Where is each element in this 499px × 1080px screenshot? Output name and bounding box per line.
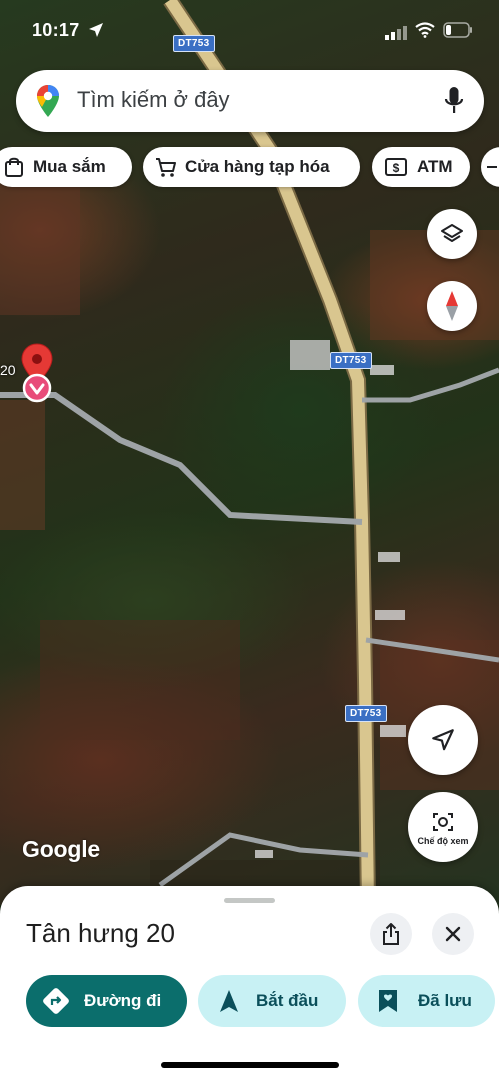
- road-label: DT753: [330, 352, 372, 369]
- start-button[interactable]: Bắt đầu: [198, 975, 346, 1027]
- chip-shopping[interactable]: Mua sắm: [0, 147, 132, 187]
- home-indicator: [161, 1062, 339, 1068]
- chip-label: Mua sắm: [33, 157, 106, 176]
- search-input[interactable]: Tìm kiếm ở đây: [77, 87, 230, 113]
- microphone-icon[interactable]: [444, 86, 464, 116]
- chip-atm[interactable]: $ ATM: [372, 147, 470, 187]
- wifi-icon: [415, 22, 435, 38]
- directions-button[interactable]: Đường đi: [26, 975, 187, 1027]
- road-label: DT753: [345, 705, 387, 722]
- share-button[interactable]: [370, 913, 412, 955]
- directions-label: Đường đi: [84, 991, 162, 1010]
- close-button[interactable]: [432, 913, 474, 955]
- street-view-label: Chế độ xem: [417, 836, 469, 846]
- pin-label: 20: [0, 362, 16, 378]
- chip-label: Cửa hàng tạp hóa: [185, 157, 330, 176]
- chip-label: ATM: [417, 157, 453, 176]
- place-title: Tân hưng 20: [26, 918, 175, 948]
- start-label: Bắt đầu: [256, 991, 319, 1010]
- place-bottom-sheet[interactable]: Tân hưng 20 Đường đi Bắt đầu Đã lưu: [0, 886, 499, 1080]
- google-maps-logo-icon: [37, 85, 59, 117]
- atm-icon: $: [385, 158, 407, 176]
- navigation-start-icon: [220, 990, 238, 1012]
- camera-scan-icon: [433, 813, 453, 831]
- compass-icon: [446, 291, 458, 321]
- close-icon: [445, 926, 461, 942]
- bookmark-heart-icon: [379, 990, 397, 1012]
- street-view-button[interactable]: Chế độ xem: [408, 792, 478, 862]
- chip-grocery[interactable]: Cửa hàng tạp hóa: [143, 147, 360, 187]
- svg-text:$: $: [393, 161, 400, 175]
- road-west: [0, 392, 363, 525]
- location-pin-icon[interactable]: [20, 342, 54, 404]
- shopping-bag-icon: [5, 157, 23, 177]
- navigation-arrow-icon: [432, 729, 454, 751]
- status-bar: 10:17: [0, 0, 499, 62]
- shopping-cart-icon: [156, 158, 176, 177]
- my-location-button[interactable]: [408, 705, 478, 775]
- map-view[interactable]: DT753 DT753 DT753 20 Chế độ xem Google: [0, 0, 499, 905]
- location-arrow-icon: [89, 23, 103, 37]
- layers-button[interactable]: [427, 209, 477, 259]
- google-attribution: Google: [22, 836, 101, 862]
- search-bar[interactable]: Tìm kiếm ở đây: [16, 70, 484, 132]
- directions-icon: [43, 988, 69, 1014]
- status-time: 10:17: [32, 20, 80, 40]
- battery-icon: [443, 22, 472, 38]
- share-icon: [383, 923, 399, 945]
- saved-label: Đã lưu: [418, 991, 472, 1010]
- saved-button[interactable]: Đã lưu: [358, 975, 495, 1027]
- drag-handle[interactable]: [224, 898, 275, 903]
- compass-button[interactable]: [427, 281, 477, 331]
- chip-more-icon: [487, 166, 497, 168]
- layers-icon: [441, 224, 463, 242]
- cellular-signal-icon: [385, 26, 407, 40]
